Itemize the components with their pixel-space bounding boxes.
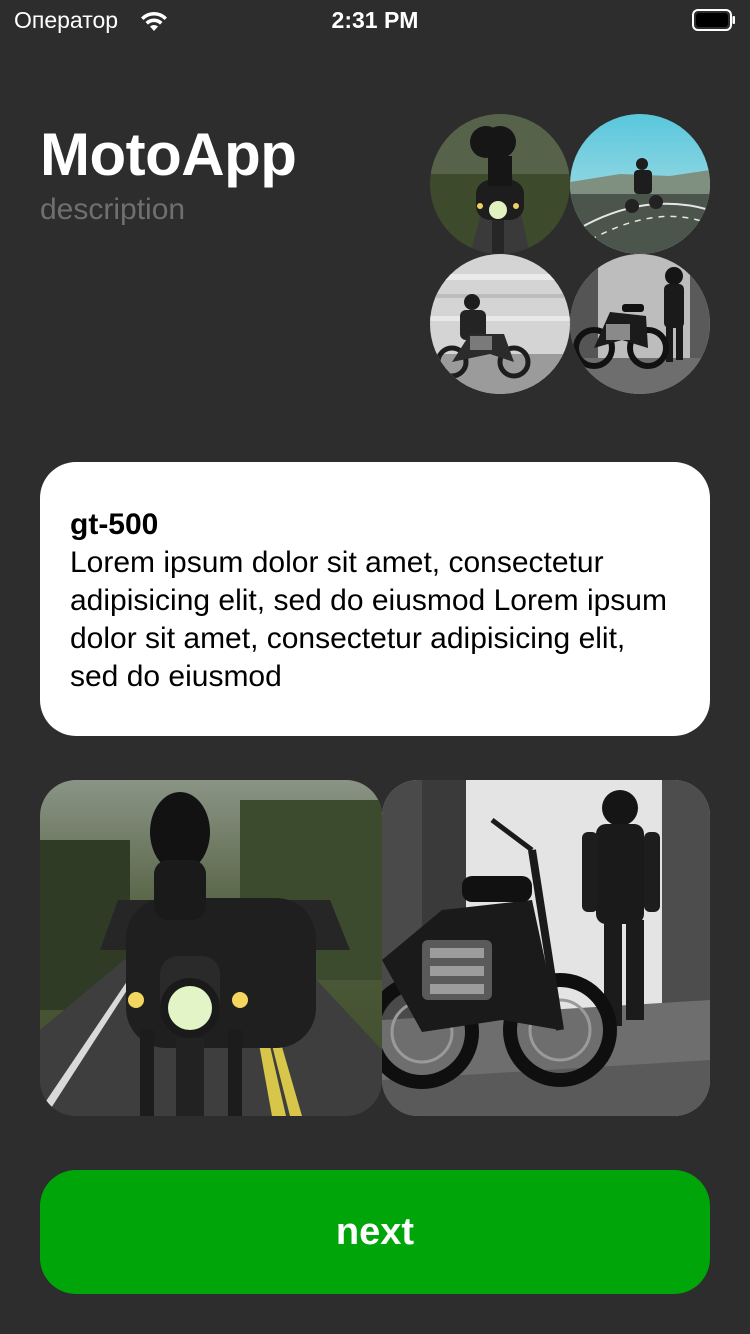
bike-walker-image [570,254,710,394]
status-time: 2:31 PM [331,7,419,33]
rider-road-front-photo[interactable] [40,780,382,1116]
app-screen: Оператор 2:31 PM MotoApp description gt-… [0,0,750,1334]
rider-coast-road-thumbnail[interactable] [570,114,710,254]
rider-side-motion-thumbnail[interactable] [430,254,570,394]
card-title: gt-500 [70,508,159,541]
next-button[interactable]: next [40,1170,710,1294]
status-bar: Оператор 2:31 PM [0,0,750,40]
rider-front-large-image [40,780,382,1116]
battery-icon [692,9,735,31]
bike-and-walker-photo[interactable] [382,780,710,1116]
app-title: MotoApp [40,121,297,188]
description-card: gt-500 Lorem ipsum dolor sit amet, conse… [40,462,710,736]
rider-side-image [430,254,570,394]
rider-road-front-thumbnail[interactable] [430,114,570,254]
bike-and-walker-thumbnail[interactable] [570,254,710,394]
bike-walker-large-image [382,780,710,1116]
card-text: Lorem ipsum dolor sit amet, consectetur … [70,546,667,693]
app-subtitle: description [40,193,186,226]
rider-front-image [430,114,570,254]
rider-coast-image [570,114,710,254]
